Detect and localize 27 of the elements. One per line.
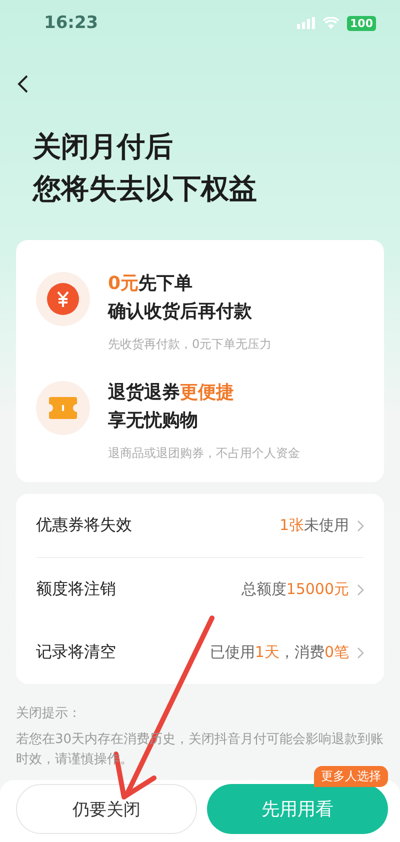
benefit-subtitle: 确认收货后再付款 [108,300,253,324]
row-label: 额度将注销 [36,579,117,600]
benefit-title: 退货退券更便捷 [108,381,235,405]
benefit-note: 退商品或退团购券，不占用个人资金 [108,445,300,462]
page-title: 您将失去以下权益 [33,171,258,207]
signal-icon [297,17,316,29]
battery-indicator: 100 [347,16,376,30]
row-label: 优惠券将失效 [36,515,133,536]
chevron-right-icon[interactable] [357,584,364,596]
chevron-right-icon[interactable] [357,646,364,658]
popular-badge: 更多人选择 [314,766,388,787]
row-label: 记录将清空 [36,642,117,663]
benefit-subtitle: 享无忧购物 [108,409,199,433]
benefit-note: 先收货再付款，0元下单无压力 [108,336,272,353]
benefit-title: 0元先下单 [108,272,194,296]
close-anyway-button[interactable]: 仍要关闭 [16,784,197,834]
page-title: 关闭月付后 [33,129,174,165]
row-value[interactable]: 1张未使用 [279,516,349,535]
row-value[interactable]: 总额度15000元 [241,580,349,599]
wifi-icon [323,17,340,29]
row-value[interactable]: 已使用1天，消费0笔 [210,643,349,662]
status-time: 16:23 [44,13,98,33]
notice-heading: 关闭提示： [16,705,82,723]
yuan-coin-icon [47,283,79,315]
chevron-right-icon[interactable] [357,520,364,532]
back-icon[interactable] [17,74,29,94]
ticket-icon [49,397,77,419]
